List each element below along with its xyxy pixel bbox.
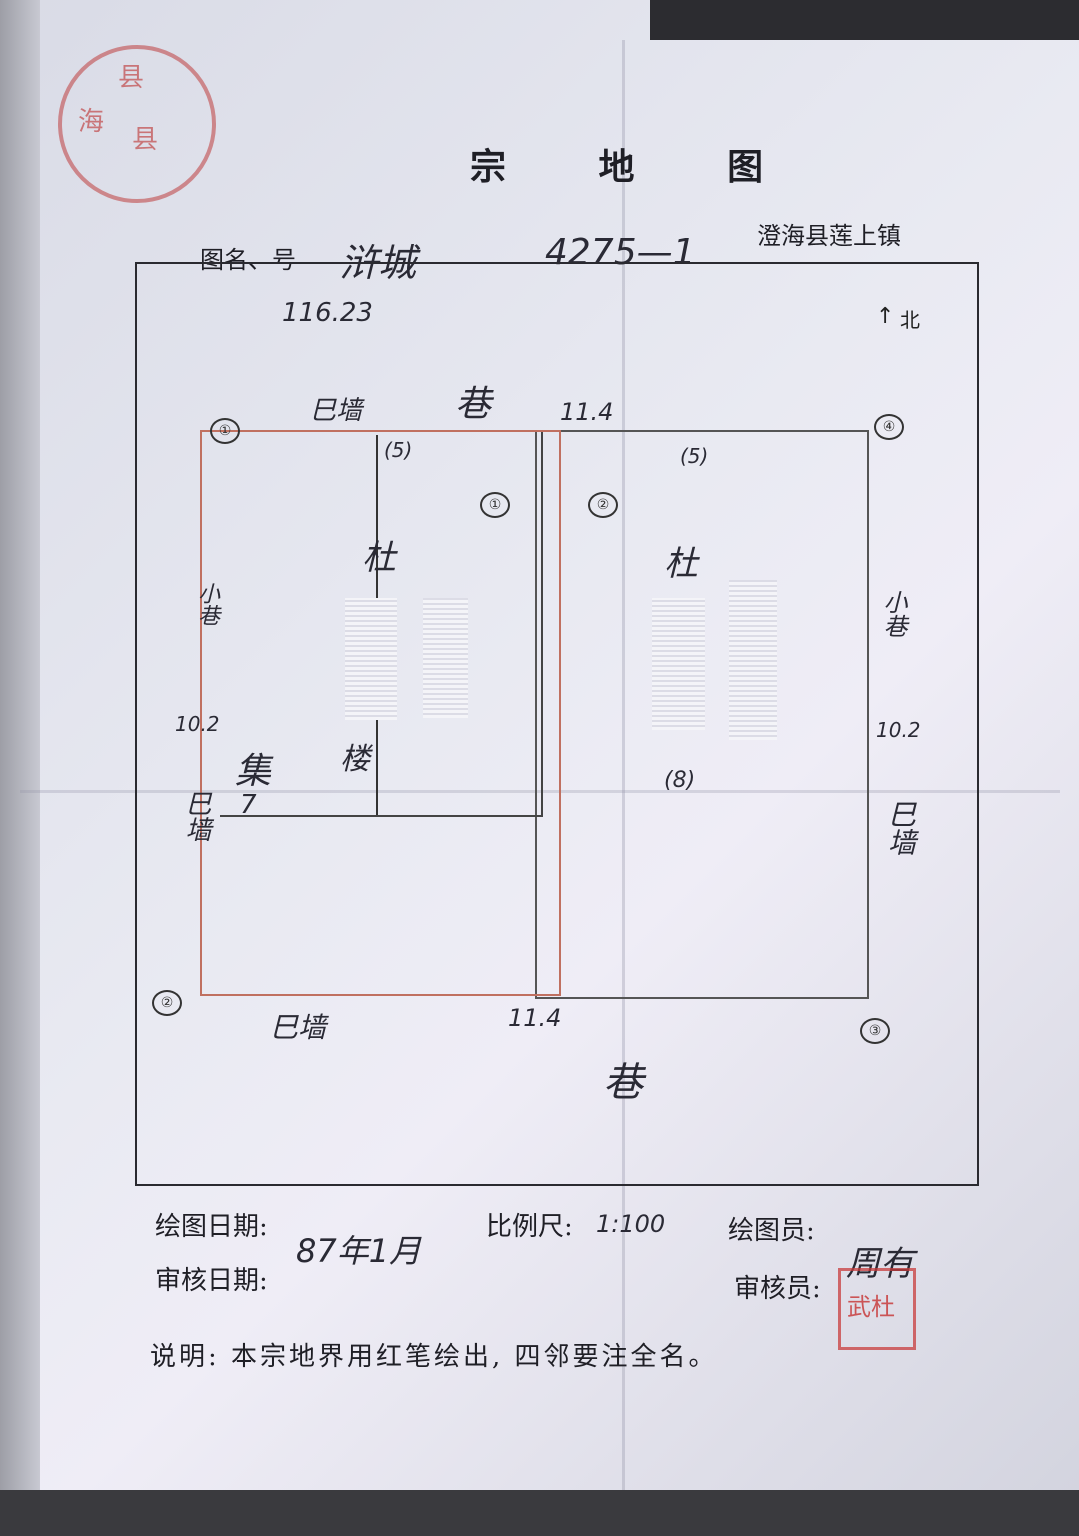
redacted-name-block [345,598,397,720]
note-text: 说明: 本宗地界用红笔绘出, 四邻要注全名。 [150,1342,718,1372]
neighbor-left-lane: 小巷 [194,582,219,626]
neighbor-left-extra: 集 [235,751,272,792]
dim-left-inner: (5) [384,438,413,462]
neighbor-bottom-wall: 巳墙 [270,1011,327,1044]
dim-right-inner: (5) [680,444,709,468]
redacted-name-block [423,598,468,718]
owner-right-surname: 杜 [664,544,698,584]
county-town-label: 澄海县莲上镇 [757,222,901,250]
inner-divider-line [220,815,542,817]
corner-marker-3: ③ [860,1018,890,1044]
neighbor-left-extra2: 7 [240,790,257,820]
corner-marker-4: ④ [874,414,904,440]
reviewer-seal: 武杜 [838,1268,916,1350]
neighbor-left-extra3: 楼 [340,742,370,777]
scale-label: 比例尺: [486,1212,573,1242]
corner-marker-1: ① [210,418,240,444]
lot-number-2: ② [588,492,618,518]
redacted-name-block [729,580,777,740]
owner-left-surname: 杜 [362,538,396,578]
dim-top-total: 116.23 [282,298,373,328]
draw-date-value: 87年1月 [296,1232,422,1270]
scale-value: 1:100 [596,1210,666,1238]
redacted-name-block [652,598,705,730]
binding-edge [0,0,40,1536]
dim-left-side: 10.2 [175,712,220,736]
page-title: 宗 地 图 [470,146,804,188]
north-label: 北 [900,308,920,332]
neighbor-top-wall: 巳墙 [310,396,363,426]
background-bottom [0,1490,1079,1536]
lot-number-1: ① [480,492,510,518]
background-top [650,0,1079,40]
county-seal: 县 海 县 [58,45,216,203]
document-paper: 县 海 县 宗 地 图 图名、号 浒城 4275—1 澄海县莲上镇 ↑ 北 11… [0,0,1079,1536]
inner-divider-vertical [541,432,543,817]
corner-marker-2: ② [152,990,182,1016]
neighbor-right-wall: 巳墙 [884,800,917,856]
north-arrow-icon: ↑ [876,304,895,329]
dim-top-side: 11.4 [560,398,614,426]
dim-right-side: 10.2 [876,718,921,742]
neighbor-left-wall: 巳墙 [181,790,211,842]
neighbor-bottom-lane: 巷 [603,1060,643,1106]
dim-bottom-side: 11.4 [508,1004,562,1032]
draw-date-label: 绘图日期: [155,1212,268,1242]
drafter-label: 绘图员: [728,1216,815,1246]
neighbor-right-lane: 小巷 [879,590,907,638]
reviewer-label: 审核员: [734,1274,821,1304]
neighbor-top-lane: 巷 [455,384,492,425]
dim-right-lower: (8) [664,768,696,793]
review-date-label: 审核日期: [155,1266,268,1296]
